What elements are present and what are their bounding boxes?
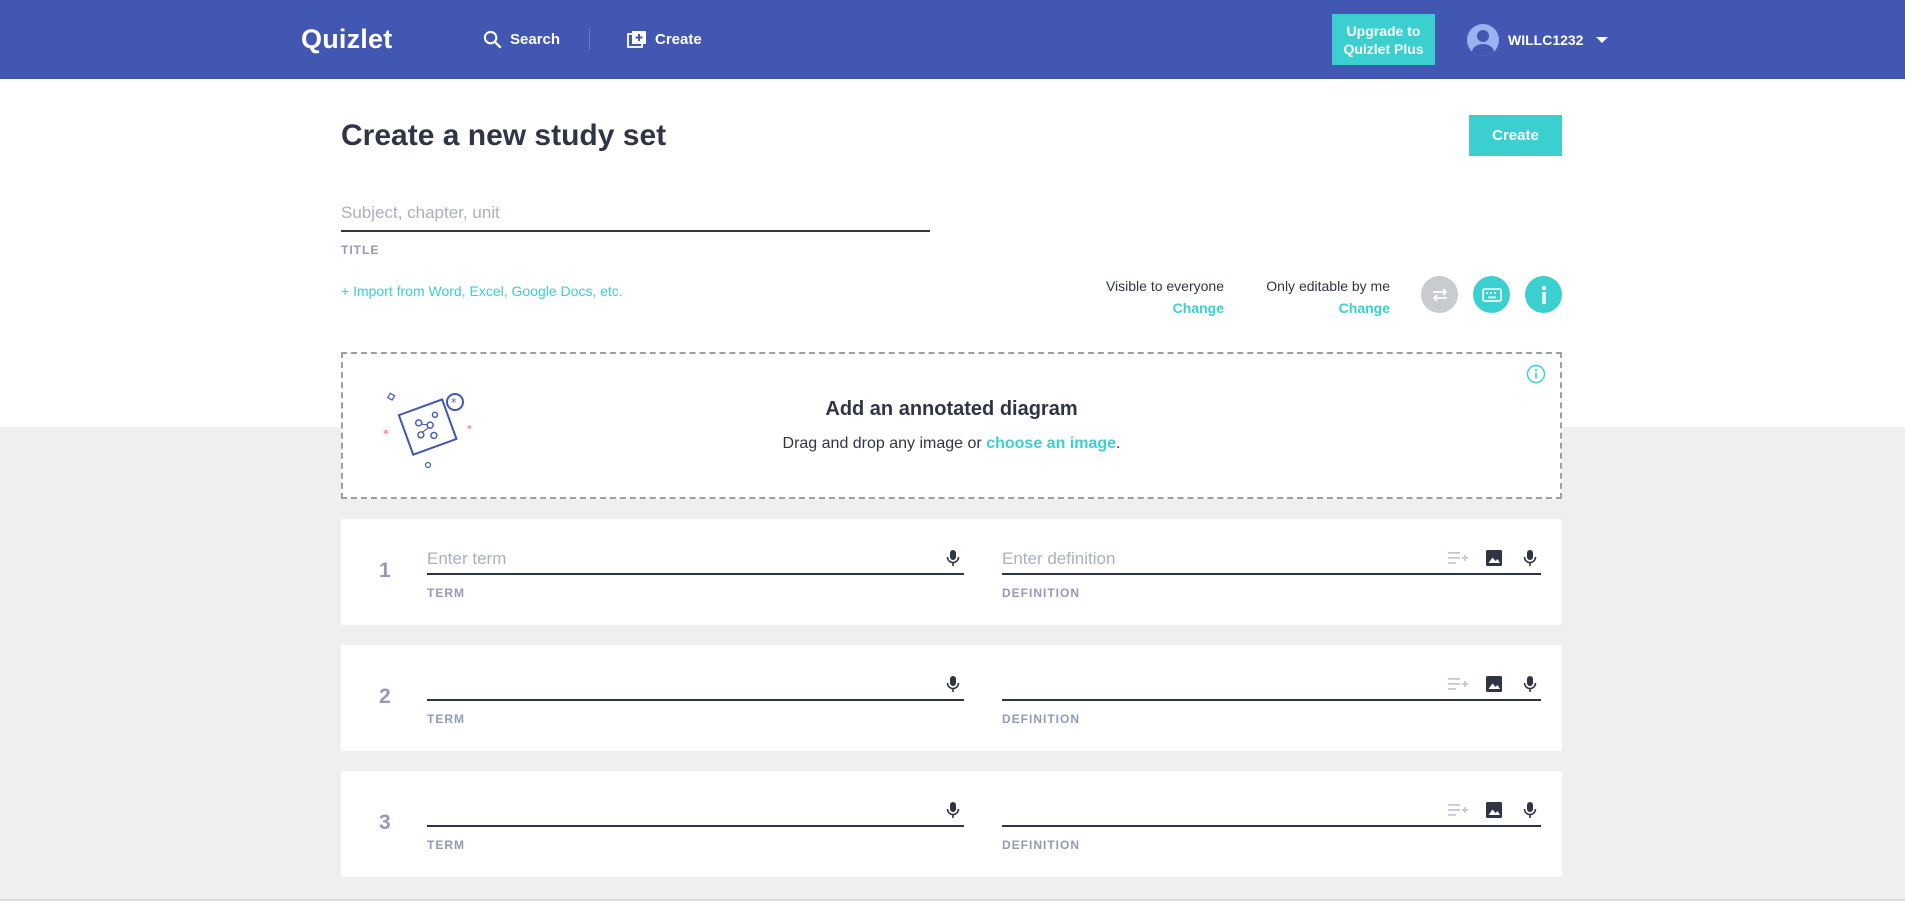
microphone-icon[interactable] xyxy=(1519,547,1541,569)
card-number: 3 xyxy=(379,811,391,834)
nav-divider xyxy=(589,28,590,50)
create-set-button[interactable]: Create xyxy=(1469,115,1562,156)
term-input[interactable] xyxy=(427,671,964,699)
nav-search-label: Search xyxy=(510,30,561,48)
avatar xyxy=(1467,24,1499,56)
definition-label: DEFINITION xyxy=(1002,838,1080,852)
definition-field xyxy=(1002,545,1541,575)
term-field xyxy=(427,671,964,701)
definition-field xyxy=(1002,797,1541,827)
upgrade-line-1: Upgrade to xyxy=(1346,23,1421,39)
microphone-icon[interactable] xyxy=(942,799,964,821)
editable-change-link[interactable]: Change xyxy=(1248,300,1390,316)
microphone-icon[interactable] xyxy=(1519,799,1541,821)
diagram-subtitle: Drag and drop any image or choose an ima… xyxy=(343,435,1560,453)
add-list-icon[interactable] xyxy=(1447,799,1469,821)
info-button[interactable] xyxy=(1525,276,1562,313)
annotated-diagram-dropzone[interactable]: * * * Add an annotated diagram Drag and … xyxy=(341,352,1562,499)
image-icon[interactable] xyxy=(1483,673,1505,695)
image-icon[interactable] xyxy=(1483,799,1505,821)
title-label: TITLE xyxy=(341,243,380,257)
top-navigation-bar: Quizlet Search Create Upgrade to Quizlet… xyxy=(0,0,1905,79)
diagram-subtitle-text: Drag and drop any image or xyxy=(782,435,982,452)
caret-down-icon xyxy=(1596,37,1609,43)
svg-text:*: * xyxy=(467,424,472,435)
image-icon[interactable] xyxy=(1483,547,1505,569)
microphone-icon[interactable] xyxy=(942,673,964,695)
visibility-setting: Visible to everyone Change xyxy=(1090,278,1224,316)
add-list-icon[interactable] xyxy=(1447,547,1469,569)
info-icon xyxy=(1541,285,1546,304)
add-list-icon[interactable] xyxy=(1447,673,1469,695)
diagram-info-icon[interactable] xyxy=(1526,364,1546,384)
add-set-icon xyxy=(627,31,646,48)
upgrade-button[interactable]: Upgrade to Quizlet Plus xyxy=(1332,14,1435,65)
keyboard-shortcuts-button[interactable] xyxy=(1473,276,1510,313)
title-input[interactable] xyxy=(341,196,930,232)
swap-icon xyxy=(1432,287,1447,302)
term-label: TERM xyxy=(427,712,465,726)
term-input[interactable] xyxy=(427,797,964,825)
term-label: TERM xyxy=(427,586,465,600)
definition-field xyxy=(1002,671,1541,701)
term-card-1: 1 TERM DEFINITION xyxy=(341,519,1562,625)
term-card-2: 2 TERM DEFINITION xyxy=(341,645,1562,751)
term-field xyxy=(427,797,964,827)
username: WILLC1232 xyxy=(1508,32,1584,48)
microphone-icon[interactable] xyxy=(1519,673,1541,695)
diagram-subtitle-suffix: . xyxy=(1116,435,1121,452)
choose-image-link[interactable]: choose an image xyxy=(986,435,1116,452)
editable-text: Only editable by me xyxy=(1266,278,1390,294)
import-link[interactable]: + Import from Word, Excel, Google Docs, … xyxy=(341,283,623,299)
visibility-text: Visible to everyone xyxy=(1105,278,1224,294)
user-menu[interactable]: WILLC1232 xyxy=(1467,24,1609,56)
term-field xyxy=(427,545,964,575)
search-icon xyxy=(483,30,502,48)
nav-create-button[interactable]: Create xyxy=(627,28,702,50)
term-input[interactable] xyxy=(427,545,964,573)
editable-setting: Only editable by me Change xyxy=(1248,278,1390,316)
microphone-icon[interactable] xyxy=(942,547,964,569)
quizlet-logo[interactable]: Quizlet xyxy=(301,24,392,55)
page-title: Create a new study set xyxy=(341,119,667,152)
definition-label: DEFINITION xyxy=(1002,712,1080,726)
keyboard-icon xyxy=(1481,287,1502,302)
nav-create-label: Create xyxy=(655,30,702,48)
upgrade-line-2: Quizlet Plus xyxy=(1343,41,1424,57)
definition-label: DEFINITION xyxy=(1002,586,1080,600)
card-number: 2 xyxy=(379,685,391,708)
nav-search-button[interactable]: Search xyxy=(483,28,560,50)
term-card-3: 3 TERM DEFINITION xyxy=(341,771,1562,877)
card-number: 1 xyxy=(379,559,391,582)
swap-terms-button[interactable] xyxy=(1421,276,1458,313)
diagram-title: Add an annotated diagram xyxy=(825,398,1078,420)
term-label: TERM xyxy=(427,838,465,852)
visibility-change-link[interactable]: Change xyxy=(1090,300,1224,316)
